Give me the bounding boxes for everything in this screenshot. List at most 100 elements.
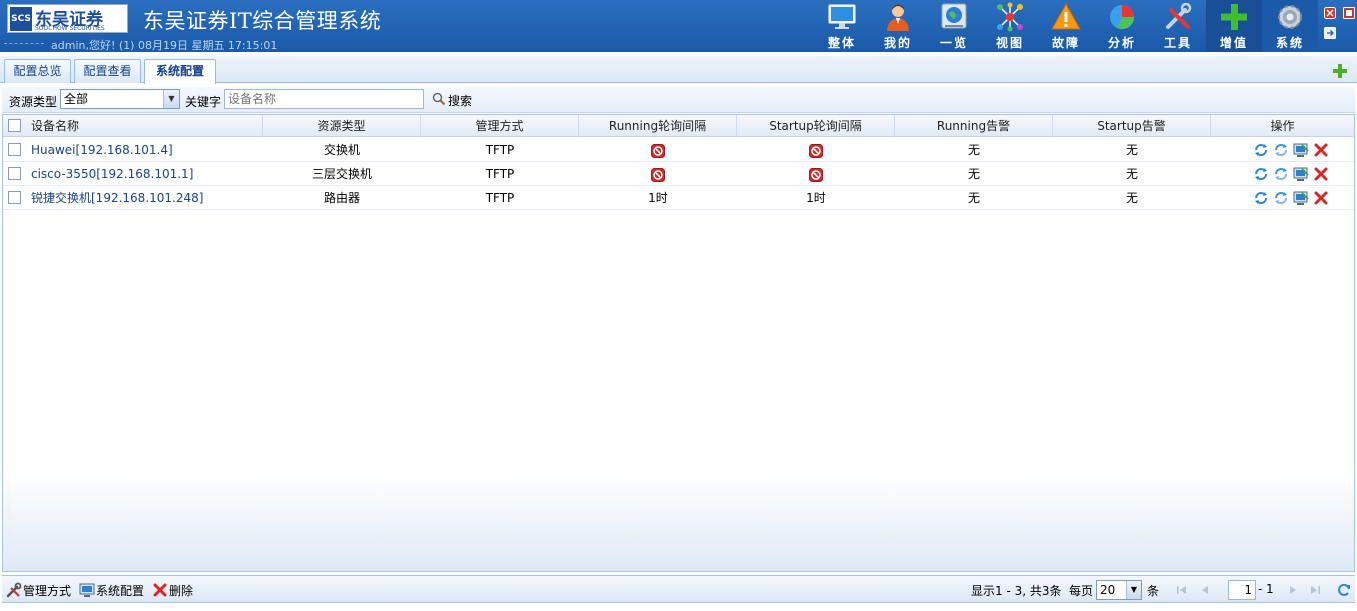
refresh-icon[interactable]: [1336, 582, 1352, 598]
disabled-icon: [651, 167, 665, 182]
resource-type-cell: 交换机: [323, 143, 360, 157]
delete-icon[interactable]: [1313, 190, 1329, 206]
per-page-label: 每页: [1069, 584, 1094, 598]
table-row[interactable]: Huawei[192.168.101.4] 交换机 TFTP 无 无: [3, 138, 1354, 162]
chevron-down-icon[interactable]: ▼: [1126, 581, 1141, 599]
edit-config-icon[interactable]: [1293, 166, 1309, 182]
manage-method-cell: TFTP: [485, 191, 515, 205]
window-small-icon[interactable]: [1343, 7, 1355, 19]
running-interval-value: 1时: [648, 191, 668, 205]
page-separator: -: [1258, 582, 1263, 596]
search-bar: 资源类型 全部 ▼ 关键字 搜索: [2, 87, 1355, 113]
col-running-interval[interactable]: Running轮询间隔: [579, 115, 737, 137]
search-icon: [432, 92, 446, 106]
search-label: 搜索: [448, 94, 473, 108]
row-checkbox[interactable]: [8, 167, 21, 180]
row-checkbox[interactable]: [8, 191, 21, 204]
startup-interval-cell: [737, 138, 895, 162]
col-startup-interval[interactable]: Startup轮询间隔: [737, 115, 895, 137]
startup-interval-value: 1时: [806, 191, 826, 205]
manage-method-button[interactable]: 管理方式: [6, 582, 76, 598]
wrench-icon: [6, 582, 22, 598]
keyword-label: 关键字: [185, 95, 222, 109]
nav-tools[interactable]: 工具: [1150, 0, 1206, 52]
tab-config-view[interactable]: 配置查看: [74, 59, 141, 83]
edit-config-icon[interactable]: [1293, 190, 1309, 206]
running-alarm-cell: 无: [967, 167, 980, 181]
add-icon[interactable]: [1332, 63, 1348, 79]
select-all-checkbox[interactable]: [8, 119, 21, 132]
refresh-config-icon[interactable]: [1273, 190, 1289, 206]
next-page-icon[interactable]: [1285, 582, 1301, 598]
table-header: 设备名称 资源类型 管理方式 Running轮询间隔 Startup轮询间隔 R…: [3, 115, 1354, 137]
last-page-icon[interactable]: [1307, 582, 1323, 598]
resource-type-cell: 路由器: [323, 191, 360, 205]
app-header: SCS 东吴证券 SOOCHOW SECURITIES 东吴证券IT综合管理系统…: [0, 0, 1357, 52]
nav-analysis[interactable]: 分析: [1094, 0, 1150, 52]
row-checkbox[interactable]: [8, 143, 21, 156]
col-device-name[interactable]: 设备名称: [25, 115, 263, 137]
nav-value-added[interactable]: 增值: [1206, 0, 1262, 52]
device-name-link[interactable]: Huawei[192.168.101.4]: [31, 138, 263, 162]
delete-icon[interactable]: [1313, 142, 1329, 158]
sync-config-icon[interactable]: [1253, 190, 1269, 206]
user-icon: [887, 4, 909, 31]
tab-system-config[interactable]: 系统配置: [144, 59, 216, 84]
system-config-button[interactable]: 系统配置: [79, 582, 149, 598]
logo: SCS 东吴证券 SOOCHOW SECURITIES: [7, 4, 128, 33]
plus-icon: [1221, 4, 1247, 30]
col-running-alarm[interactable]: Running告警: [895, 115, 1053, 137]
startup-alarm-cell: 无: [1125, 167, 1138, 181]
startup-alarm-cell: 无: [1125, 191, 1138, 205]
first-page-icon[interactable]: [1174, 582, 1190, 598]
edit-config-icon[interactable]: [1293, 142, 1309, 158]
nav-glance[interactable]: 一览: [926, 0, 982, 52]
col-startup-alarm[interactable]: Startup告警: [1053, 115, 1211, 137]
resource-type-select[interactable]: 全部 ▼: [60, 89, 180, 109]
monitor-icon: [828, 4, 856, 29]
page-number-input[interactable]: 1: [1228, 580, 1256, 600]
startup-alarm-cell: 无: [1125, 143, 1138, 157]
network-icon: [997, 2, 1023, 32]
running-interval-cell: [579, 162, 737, 186]
sync-config-icon[interactable]: [1253, 142, 1269, 158]
tools-icon: [1166, 2, 1192, 29]
nav-overview[interactable]: 整体: [814, 0, 870, 52]
device-name-link[interactable]: cisco-3550[192.168.101.1]: [31, 162, 263, 186]
keyword-input[interactable]: [224, 89, 424, 109]
disabled-icon: [809, 167, 823, 182]
prev-page-icon[interactable]: [1197, 582, 1213, 598]
chevron-down-icon[interactable]: ▼: [163, 90, 179, 108]
startup-interval-cell: [737, 162, 895, 186]
nav-view[interactable]: 视图: [982, 0, 1038, 52]
footer-toolbar: 管理方式 系统配置 删除 显示1 - 3, 共3条 每页 20 ▼ 条 1 - …: [2, 575, 1355, 603]
manage-method-label: 管理方式: [23, 584, 72, 598]
per-page-select[interactable]: 20 ▼: [1096, 580, 1142, 600]
table-row[interactable]: cisco-3550[192.168.101.1] 三层交换机 TFTP 无 无: [3, 162, 1354, 186]
row-operations: [1253, 166, 1333, 182]
device-config-table: 设备名称 资源类型 管理方式 Running轮询间隔 Startup轮询间隔 R…: [2, 114, 1355, 572]
running-alarm-cell: 无: [967, 191, 980, 205]
nav-system[interactable]: 系统: [1262, 0, 1318, 52]
table-row[interactable]: 锐捷交换机[192.168.101.248] 路由器 TFTP 1时 1时 无 无: [3, 186, 1354, 210]
delete-label: 删除: [169, 584, 194, 598]
delete-icon[interactable]: [1313, 166, 1329, 182]
row-operations: [1253, 190, 1333, 206]
sync-config-icon[interactable]: [1253, 166, 1269, 182]
close-window-icon[interactable]: [1324, 7, 1336, 19]
delete-button[interactable]: 删除: [152, 582, 197, 598]
gear-icon: [1278, 5, 1302, 29]
nav-fault[interactable]: 故障: [1038, 0, 1094, 52]
manage-method-cell: TFTP: [485, 143, 515, 157]
refresh-config-icon[interactable]: [1273, 166, 1289, 182]
resource-type-value: 全部: [64, 92, 89, 106]
logout-icon[interactable]: [1324, 27, 1336, 39]
refresh-config-icon[interactable]: [1273, 142, 1289, 158]
device-name-link[interactable]: 锐捷交换机[192.168.101.248]: [31, 186, 263, 210]
system-config-label: 系统配置: [96, 584, 145, 598]
col-resource-type[interactable]: 资源类型: [263, 115, 421, 137]
delete-icon: [153, 583, 167, 597]
col-manage-method[interactable]: 管理方式: [421, 115, 579, 137]
nav-mine[interactable]: 我的: [870, 0, 926, 52]
tab-config-overview[interactable]: 配置总览: [4, 59, 71, 83]
